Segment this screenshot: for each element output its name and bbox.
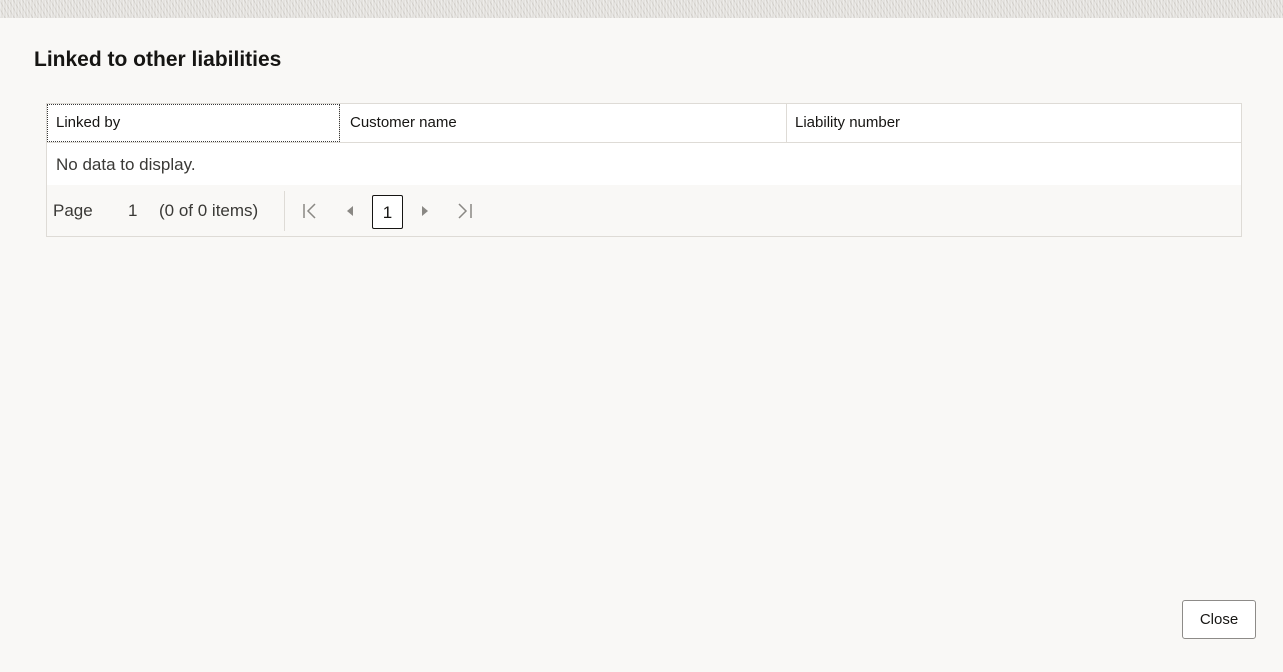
page-label: Page — [53, 201, 93, 220]
first-page-icon[interactable] — [300, 199, 320, 223]
close-button[interactable]: Close — [1182, 600, 1256, 639]
no-data-message: No data to display. — [56, 155, 196, 174]
top-pattern-strip — [0, 0, 1283, 18]
current-page-value[interactable]: 1 — [128, 185, 137, 236]
column-header-linked-by[interactable]: Linked by — [47, 104, 340, 142]
column-header-customer-name[interactable]: Customer name — [340, 104, 787, 142]
next-page-icon[interactable] — [418, 199, 432, 223]
items-summary: (0 of 0 items) — [159, 201, 259, 220]
linked-liabilities-table: Linked by Customer name Liability number… — [46, 103, 1242, 237]
table-header: Linked by Customer name Liability number — [47, 104, 1241, 143]
column-header-liability-number[interactable]: Liability number — [787, 104, 1241, 142]
pager-divider — [284, 191, 285, 231]
page-1-button[interactable]: 1 — [372, 195, 403, 229]
dialog-title: Linked to other liabilities — [34, 48, 282, 71]
previous-page-icon[interactable] — [343, 199, 357, 223]
last-page-icon[interactable] — [455, 199, 475, 223]
pagination-bar: Page 1 (0 of 0 items) 1 — [47, 185, 1241, 236]
